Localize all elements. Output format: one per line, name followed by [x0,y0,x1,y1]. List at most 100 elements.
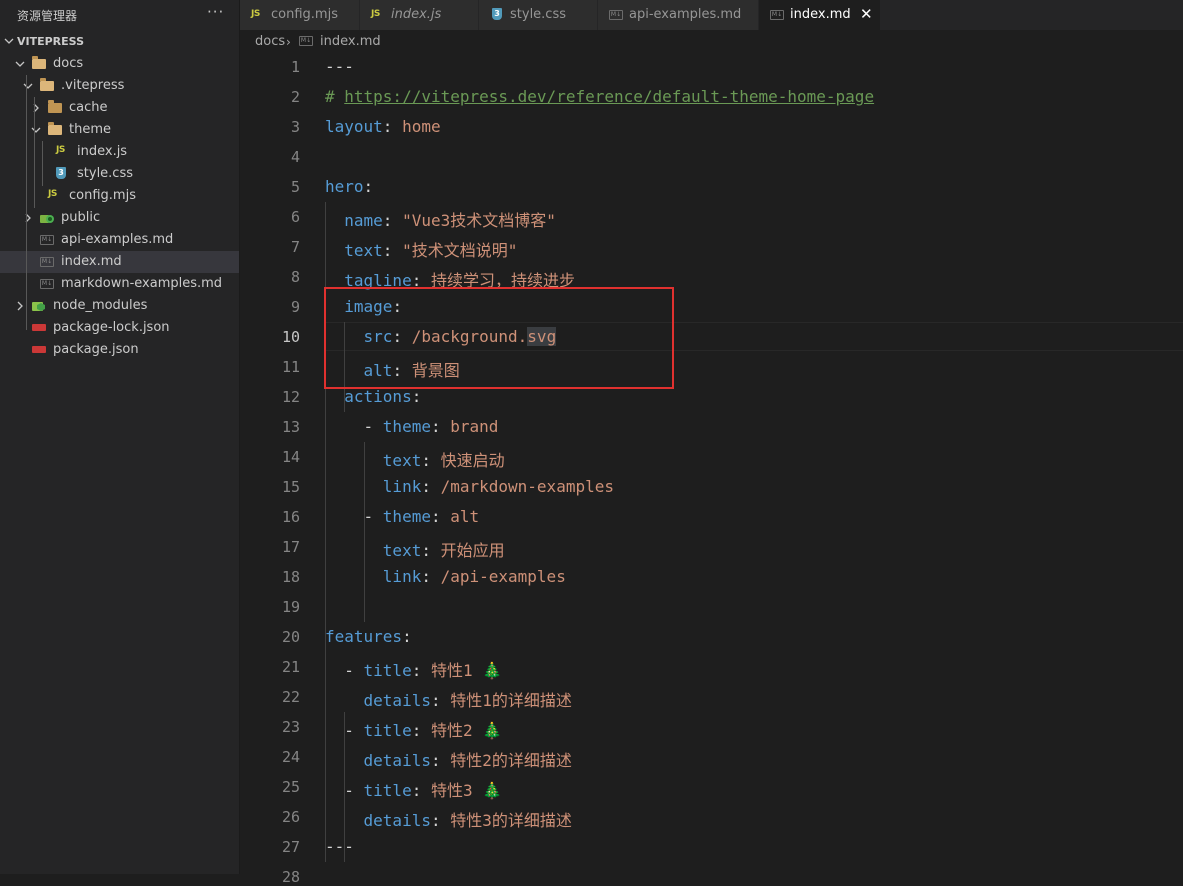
explorer-sidebar: 资源管理器 ··· VITEPRESS docs .vitepress cache t… [0,0,240,874]
code-token: 快速启动 [440,451,505,470]
code-token: : [430,811,451,830]
code-token: theme [382,507,431,526]
code-token: /markdown-examples [440,477,614,496]
code-token: home [402,117,441,136]
tree-item[interactable]: public [0,207,239,229]
tab-api-examples-md[interactable]: M↓ api-examples.md [598,0,759,30]
code-line: text: 快速启动 [325,447,505,471]
close-icon[interactable]: ✕ [860,5,873,23]
tree-item[interactable]: .vitepress [0,75,239,97]
chevron-right-icon [22,210,34,226]
javascript-file-icon: JS [56,145,65,155]
code-token: text [382,451,422,470]
line-number: 14 [281,448,300,466]
line-number: 15 [281,478,300,496]
tab-config-mjs[interactable]: JS config.mjs [240,0,360,30]
tree-item-icon: JS [48,185,64,207]
annotation-highlight-box [324,287,674,389]
workspace-section-header[interactable]: VITEPRESS [0,33,239,51]
more-actions-icon[interactable]: ··· [207,3,224,21]
tree-item[interactable]: JS index.js [0,141,239,163]
line-number: 13 [281,418,300,436]
tree-indent-guide [42,141,43,186]
line-number: 4 [290,148,300,166]
code-token: 特性2的详细描述 [450,751,572,770]
json-file-icon [32,324,46,331]
javascript-file-icon: JS [48,189,57,199]
code-line: details: 特性1的详细描述 [325,687,572,711]
tree-item[interactable]: theme [0,119,239,141]
tree-item-icon: M↓ [40,251,56,273]
tab-index-md[interactable]: M↓ index.md ✕ [759,0,881,30]
chevron-down-icon [30,122,42,138]
tree-item[interactable]: M↓ markdown-examples.md [0,273,239,295]
tree-item-label: api-examples.md [61,232,174,247]
code-token: : [382,117,403,136]
code-line: link: /api-examples [325,567,566,586]
tree-item-label: public [61,210,101,225]
code-token: # [325,87,345,106]
line-number: 24 [281,748,300,766]
code-token: 特性2 🎄 [430,721,503,740]
tree-indent-guide [34,97,35,208]
tree-item[interactable]: M↓ index.md [0,251,239,273]
tree-item-icon: JS [56,141,72,163]
tree-item-label: markdown-examples.md [61,276,223,291]
markdown-file-icon: M↓ [40,257,54,267]
tree-item[interactable]: docs [0,53,239,75]
line-number: 8 [290,268,300,286]
code-line: # https://vitepress.dev/reference/defaul… [325,87,874,106]
tree-item-icon [48,119,64,141]
code-token: /api-examples [440,567,566,586]
code-token: 特性3 🎄 [430,781,503,800]
code-token: : [421,451,441,470]
folder-open-icon [48,122,62,135]
code-token: 特性1的详细描述 [450,691,572,710]
workspace-name: VITEPRESS [17,35,85,48]
line-number: 3 [290,118,300,136]
tree-item-label: config.mjs [69,188,136,203]
code-token: text [344,241,383,260]
code-token: link [382,567,422,586]
code-line: - title: 特性2 🎄 [325,717,502,741]
tab-style-css[interactable]: 3 style.css [479,0,598,30]
code-token: 特性1 🎄 [430,661,503,680]
tree-item[interactable]: M↓ api-examples.md [0,229,239,251]
node-modules-folder-icon [32,300,46,312]
tree-item[interactable]: 3 style.css [0,163,239,185]
code-line: features: [325,627,412,646]
code-editor[interactable]: 1 2 3 4 5 6 7 8 9 10 11 12 13 14 15 16 17 18 19 20 21 22 23 24 2… [240,52,1183,886]
tree-item-icon [32,339,48,361]
explorer-title: 资源管理器 [17,9,78,23]
markdown-file-icon: M↓ [40,279,54,289]
tree-item-label: package-lock.json [53,320,170,335]
line-number: 20 [281,628,300,646]
code-token: : [430,691,451,710]
folder-icon [48,100,62,113]
tree-item[interactable]: package.json [0,339,239,361]
tree-item[interactable]: package-lock.json [0,317,239,339]
breadcrumb-file[interactable]: index.md [320,34,381,49]
code-token: : [430,417,451,436]
tab-index-js[interactable]: JS index.js [360,0,479,30]
markdown-file-icon: M↓ [299,36,313,46]
code-token: --- [325,57,354,76]
line-number: 27 [281,838,300,856]
tree-item[interactable]: cache [0,97,239,119]
code-token: text [382,541,422,560]
line-number: 28 [281,868,300,886]
breadcrumb-folder[interactable]: docs [255,34,285,49]
code-token: : [411,781,431,800]
tree-item-icon: M↓ [40,229,56,251]
tree-item-icon: M↓ [40,273,56,295]
tree-item[interactable]: JS config.mjs [0,185,239,207]
code-token: theme [382,417,431,436]
tree-item-icon [32,317,48,339]
tree-item-icon [40,75,56,97]
code-token: : [402,627,412,646]
json-file-icon [32,346,46,353]
code-line: - theme: brand [325,417,499,436]
tree-item[interactable]: node_modules [0,295,239,317]
tree-item-label: docs [53,56,84,71]
code-token: 特性3的详细描述 [450,811,572,830]
